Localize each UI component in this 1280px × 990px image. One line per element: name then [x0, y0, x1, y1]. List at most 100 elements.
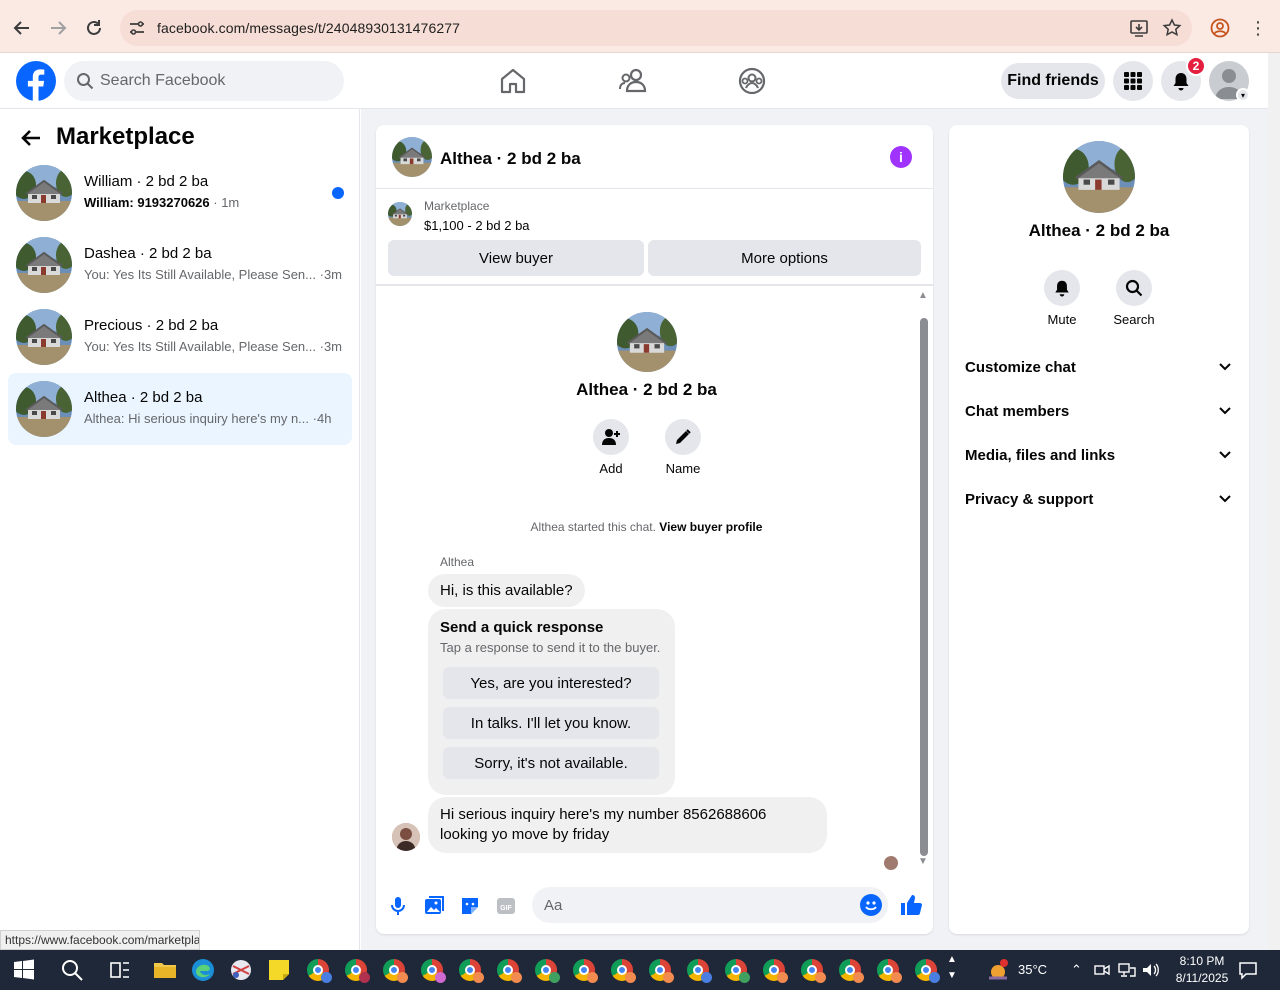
chrome-taskbar-icon[interactable]: [345, 959, 370, 983]
file-explorer-icon[interactable]: [153, 958, 177, 982]
home-icon[interactable]: [498, 66, 528, 96]
chat-members-section[interactable]: Chat members: [965, 389, 1233, 433]
chevron-down-icon[interactable]: ▾: [1236, 88, 1250, 102]
weather-icon[interactable]: [986, 958, 1010, 982]
snippet-text: You: Yes Its Still Available, Please Sen…: [84, 267, 316, 282]
pencil-icon: [676, 429, 691, 444]
emoji-icon[interactable]: [860, 894, 882, 916]
chat-title[interactable]: Althea · 2 bd 2 ba: [440, 149, 581, 169]
listing-price[interactable]: $1,100 - 2 bd 2 ba: [424, 218, 530, 233]
rename-button[interactable]: Name: [653, 419, 713, 476]
marketplace-label: Marketplace: [424, 199, 490, 213]
quick-response-button[interactable]: Yes, are you interested?: [443, 667, 659, 699]
chrome-taskbar-icon[interactable]: [421, 959, 446, 983]
address-bar[interactable]: facebook.com/messages/t/2404893013147627…: [120, 10, 1192, 46]
volume-icon[interactable]: [1142, 962, 1160, 978]
snippet-text: Althea: Hi serious inquiry here's my n..…: [84, 411, 310, 426]
conversation-item-william[interactable]: William · 2 bd 2 ba William: 9193270626 …: [8, 157, 352, 229]
listing-thumbnail[interactable]: [392, 137, 432, 177]
conversation-snippet: You: Yes Its Still Available, Please Sen…: [84, 267, 342, 282]
sticker-icon[interactable]: [459, 895, 481, 917]
browser-profile-icon[interactable]: [1210, 18, 1230, 38]
back-arrow-icon[interactable]: [20, 127, 42, 155]
gif-icon[interactable]: GIF: [495, 895, 517, 917]
chrome-taskbar-icon[interactable]: [725, 959, 750, 983]
scrollbar-thumb[interactable]: [920, 318, 928, 856]
conversation-item-dashea[interactable]: Dashea · 2 bd 2 ba You: Yes Its Still Av…: [8, 229, 352, 301]
search-icon[interactable]: [60, 958, 84, 982]
chrome-taskbar-icon[interactable]: [801, 959, 826, 983]
facebook-search-input[interactable]: Search Facebook: [64, 61, 344, 101]
search-icon: [77, 73, 94, 90]
browser-menu-icon[interactable]: ⋮: [1248, 16, 1268, 40]
friends-icon[interactable]: [618, 66, 648, 96]
groups-icon[interactable]: [737, 66, 767, 96]
customize-chat-section[interactable]: Customize chat: [965, 345, 1233, 389]
forward-button[interactable]: [44, 14, 72, 42]
microphone-icon[interactable]: [387, 895, 409, 917]
network-icon[interactable]: [1118, 962, 1136, 978]
menu-grid-button[interactable]: [1113, 61, 1153, 101]
install-app-icon[interactable]: [1129, 18, 1149, 38]
back-button[interactable]: [8, 14, 36, 42]
bookmark-star-icon[interactable]: [1162, 18, 1182, 38]
message-bubble[interactable]: Hi, is this available?: [428, 574, 585, 607]
sticky-notes-icon[interactable]: [267, 958, 291, 982]
photo-icon[interactable]: [423, 895, 445, 917]
add-person-button[interactable]: Add: [581, 419, 641, 476]
page-scrollbar[interactable]: [1268, 53, 1280, 950]
task-view-icon[interactable]: [108, 958, 132, 982]
chrome-taskbar-icon[interactable]: [649, 959, 674, 983]
chrome-taskbar-icon[interactable]: [763, 959, 788, 983]
thumbs-up-icon[interactable]: [899, 893, 923, 917]
message-input[interactable]: Aa: [532, 887, 888, 923]
action-center-icon[interactable]: [1238, 960, 1258, 980]
view-buyer-profile-link[interactable]: View buyer profile: [659, 520, 762, 534]
message-line: Hi serious inquiry here's my number 8562…: [440, 806, 767, 823]
scroll-up-icon[interactable]: ▲: [918, 290, 928, 301]
started-text: Althea started this chat.: [530, 520, 656, 534]
facebook-logo-icon[interactable]: [16, 61, 56, 101]
taskbar-clock[interactable]: 8:10 PM 8/11/2025: [1170, 953, 1234, 987]
reload-button[interactable]: [80, 14, 108, 42]
chevron-up-icon[interactable]: ⌃: [1071, 962, 1082, 978]
temperature-text[interactable]: 35°C: [1018, 962, 1047, 977]
windows-start-icon[interactable]: [12, 958, 36, 982]
chrome-taskbar-icon[interactable]: [383, 959, 408, 983]
conversation-item-precious[interactable]: Precious · 2 bd 2 ba You: Yes Its Still …: [8, 301, 352, 373]
taskbar-scroll-arrows-icon[interactable]: ▲ ▼: [947, 952, 957, 984]
info-icon[interactable]: i: [890, 146, 912, 168]
site-settings-icon[interactable]: [128, 19, 146, 37]
clock-time: 8:10 PM: [1179, 954, 1225, 968]
chrome-taskbar-icon[interactable]: [497, 959, 522, 983]
chat-header: Althea · 2 bd 2 ba i: [376, 125, 933, 189]
snipping-tool-icon[interactable]: [229, 958, 253, 982]
find-friends-button[interactable]: Find friends: [1001, 63, 1105, 99]
sender-avatar[interactable]: [392, 823, 420, 851]
media-files-links-section[interactable]: Media, files and links: [965, 433, 1233, 477]
conversation-item-althea[interactable]: Althea · 2 bd 2 ba Althea: Hi serious in…: [8, 373, 352, 445]
chrome-taskbar-icon[interactable]: [915, 959, 940, 983]
chrome-taskbar-icon[interactable]: [307, 959, 332, 983]
conversation-snippet: You: Yes Its Still Available, Please Sen…: [84, 339, 342, 354]
url-text[interactable]: facebook.com/messages/t/2404893013147627…: [157, 20, 460, 36]
chrome-taskbar-icon[interactable]: [611, 959, 636, 983]
chat-scrollbar[interactable]: ▲ ▼: [917, 290, 931, 868]
quick-response-button[interactable]: Sorry, it's not available.: [443, 747, 659, 779]
mute-button[interactable]: Mute: [1032, 270, 1092, 327]
chrome-taskbar-icon[interactable]: [687, 959, 712, 983]
chrome-taskbar-icon[interactable]: [839, 959, 864, 983]
meet-now-icon[interactable]: [1094, 962, 1110, 978]
chrome-taskbar-icon[interactable]: [573, 959, 598, 983]
scroll-down-icon[interactable]: ▼: [918, 856, 928, 867]
chrome-taskbar-icon[interactable]: [877, 959, 902, 983]
quick-response-button[interactable]: In talks. I'll let you know.: [443, 707, 659, 739]
search-in-chat-button[interactable]: Search: [1104, 270, 1164, 327]
chrome-taskbar-icon[interactable]: [535, 959, 560, 983]
chrome-taskbar-icon[interactable]: [459, 959, 484, 983]
view-buyer-button[interactable]: View buyer: [388, 240, 644, 276]
privacy-support-section[interactable]: Privacy & support: [965, 477, 1233, 521]
edge-browser-icon[interactable]: [191, 958, 215, 982]
more-options-button[interactable]: More options: [648, 240, 921, 276]
message-bubble[interactable]: Hi serious inquiry here's my number 8562…: [428, 797, 827, 853]
